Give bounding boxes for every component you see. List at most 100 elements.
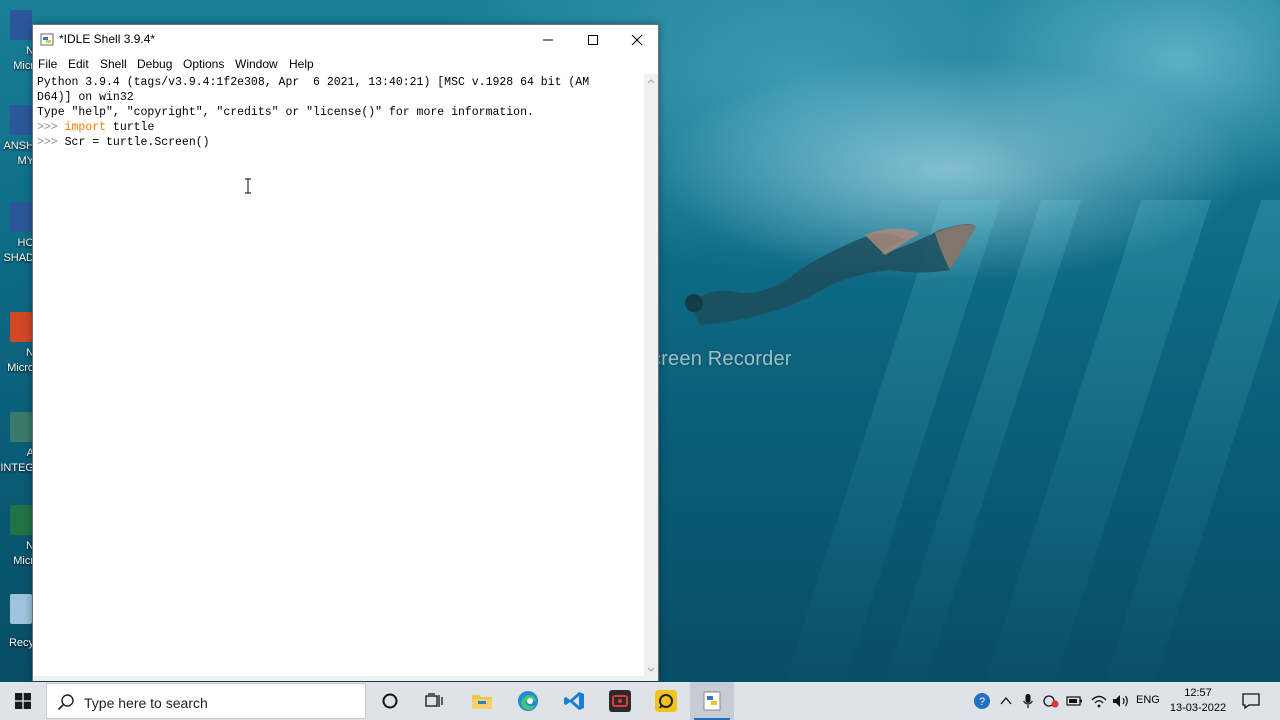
wifi-tray-button[interactable] <box>1088 682 1110 720</box>
action-center-button[interactable] <box>1236 682 1266 720</box>
diver-image <box>685 224 976 325</box>
help-icon: ? <box>974 693 990 709</box>
task-view-button[interactable] <box>412 682 456 720</box>
minimize-button[interactable] <box>526 25 570 54</box>
microphone-icon <box>1023 694 1033 708</box>
clock-date: 13-03-2022 <box>1169 702 1227 714</box>
webcam-icon <box>1043 695 1059 708</box>
python-idle-taskbar-button[interactable] <box>690 682 734 720</box>
menu-options[interactable]: Options <box>183 57 224 71</box>
vscode-icon <box>564 692 584 710</box>
yellow-app-button[interactable] <box>644 682 688 720</box>
desktop-icon-word-1[interactable]: N Micr <box>0 10 34 90</box>
desktop-icon-excel[interactable]: N Micr <box>0 505 34 585</box>
windows-logo-icon <box>15 693 31 709</box>
menu-help[interactable]: Help <box>289 57 314 71</box>
start-button[interactable] <box>0 682 46 720</box>
desktop-icon-recycle-bin[interactable]: Recy <box>0 590 34 670</box>
cortana-icon <box>382 693 398 709</box>
network-adapter-tray-button[interactable] <box>1064 682 1086 720</box>
idle-app-icon <box>40 33 54 46</box>
menu-debug[interactable]: Debug <box>137 57 172 71</box>
close-icon <box>631 34 643 45</box>
keyword-import: import <box>64 121 107 134</box>
taskbar: Type here to search ? ENG 12:57 13-03-20… <box>0 682 1280 720</box>
show-hidden-icons-button[interactable] <box>996 682 1016 720</box>
word-icon <box>10 105 32 135</box>
shell-input-line: >>> import turtle <box>37 120 154 135</box>
file-explorer-button[interactable] <box>460 682 504 720</box>
powerpoint-icon <box>10 312 32 342</box>
desktop-icon-label: Recy <box>8 637 34 649</box>
minimize-icon <box>543 39 553 40</box>
edge-icon <box>518 691 538 711</box>
shell-banner-line: Python 3.9.4 (tags/v3.9.4:1f2e308, Apr 6… <box>37 76 590 89</box>
close-button[interactable] <box>615 25 659 54</box>
language-indicator[interactable]: ENG <box>1136 694 1160 706</box>
command-text: turtle <box>106 121 155 134</box>
battery-icon <box>1066 696 1082 706</box>
taskbar-search-box[interactable]: Type here to search <box>46 683 366 719</box>
edge-button[interactable] <box>506 682 550 720</box>
desktop-icon-word-3[interactable]: HO SHAD <box>0 202 34 282</box>
itop-recorder-button[interactable] <box>598 682 642 720</box>
desktop-icon-label: N Micr <box>13 540 34 567</box>
maximize-button[interactable] <box>571 25 615 54</box>
desktop-icon-label: A INTEG <box>0 447 34 474</box>
menu-file[interactable]: File <box>38 57 57 71</box>
word-icon <box>10 10 32 40</box>
shell-prompt: >>> <box>37 136 65 149</box>
menu-window[interactable]: Window <box>235 57 278 71</box>
volume-tray-button[interactable] <box>1110 682 1132 720</box>
wifi-icon <box>1091 695 1107 708</box>
shell-text-area[interactable]: Python 3.9.4 (tags/v3.9.4:1f2e308, Apr 6… <box>37 74 640 674</box>
menu-edit[interactable]: Edit <box>68 57 89 71</box>
search-placeholder: Type here to search <box>84 695 208 711</box>
menu-bar: File Edit Shell Debug Options Window Hel… <box>33 54 658 74</box>
window-title: *IDLE Shell 3.9.4* <box>59 32 156 46</box>
text-cursor-icon <box>245 178 251 194</box>
desktop-icon-label: ANSH MY <box>3 140 34 167</box>
task-view-icon <box>425 693 443 707</box>
camera-tray-button[interactable] <box>1040 682 1062 720</box>
desktop-icon-label: N Micro <box>7 347 34 374</box>
svg-text:?: ? <box>979 696 985 708</box>
status-bar <box>33 676 658 681</box>
word-icon <box>10 202 32 232</box>
speaker-icon <box>1113 695 1128 707</box>
itop-recorder-icon <box>609 690 631 712</box>
shell-input-line: >>> Scr = turtle.Screen() <box>37 135 210 150</box>
excel-icon <box>10 505 32 535</box>
file-explorer-icon <box>472 695 492 709</box>
vertical-scrollbar[interactable] <box>644 74 658 677</box>
maximize-icon <box>588 34 598 45</box>
cortana-button[interactable] <box>368 682 412 720</box>
chevron-up-icon <box>1000 696 1012 705</box>
app-icon <box>10 412 32 442</box>
recycle-bin-icon <box>10 594 32 624</box>
microphone-tray-button[interactable] <box>1018 682 1038 720</box>
title-bar[interactable]: *IDLE Shell 3.9.4* <box>33 25 658 54</box>
idle-shell-window: *IDLE Shell 3.9.4* File Edit Shell Debug… <box>32 24 659 681</box>
clock[interactable]: 12:57 13-03-2022 <box>1166 686 1230 716</box>
scroll-down-icon[interactable] <box>644 665 658 675</box>
shell-banner-line: Type "help", "copyright", "credits" or "… <box>37 106 534 119</box>
desktop-icon-label: N Micr <box>13 45 34 72</box>
vscode-button[interactable] <box>552 682 596 720</box>
search-icon <box>57 694 74 711</box>
desktop-icon-label: HO SHAD <box>3 237 34 264</box>
command-text: Scr = turtle.Screen() <box>64 136 210 149</box>
light-ray <box>978 200 1212 700</box>
desktop-icon-powerpoint[interactable]: N Micro <box>0 312 34 392</box>
shell-banner-line: D64)] on win32 <box>37 91 134 104</box>
yellow-app-icon <box>655 690 677 712</box>
desktop-icon-app[interactable]: A INTEG <box>0 412 34 492</box>
desktop-icon-word-2[interactable]: ANSH MY <box>0 105 34 185</box>
menu-shell[interactable]: Shell <box>100 57 127 71</box>
clock-time: 12:57 <box>1184 687 1212 699</box>
help-tray-button[interactable]: ? <box>970 682 994 720</box>
notification-icon <box>1242 693 1260 709</box>
python-idle-icon <box>703 691 721 711</box>
shell-prompt: >>> <box>37 121 65 134</box>
scroll-up-icon[interactable] <box>644 76 658 86</box>
